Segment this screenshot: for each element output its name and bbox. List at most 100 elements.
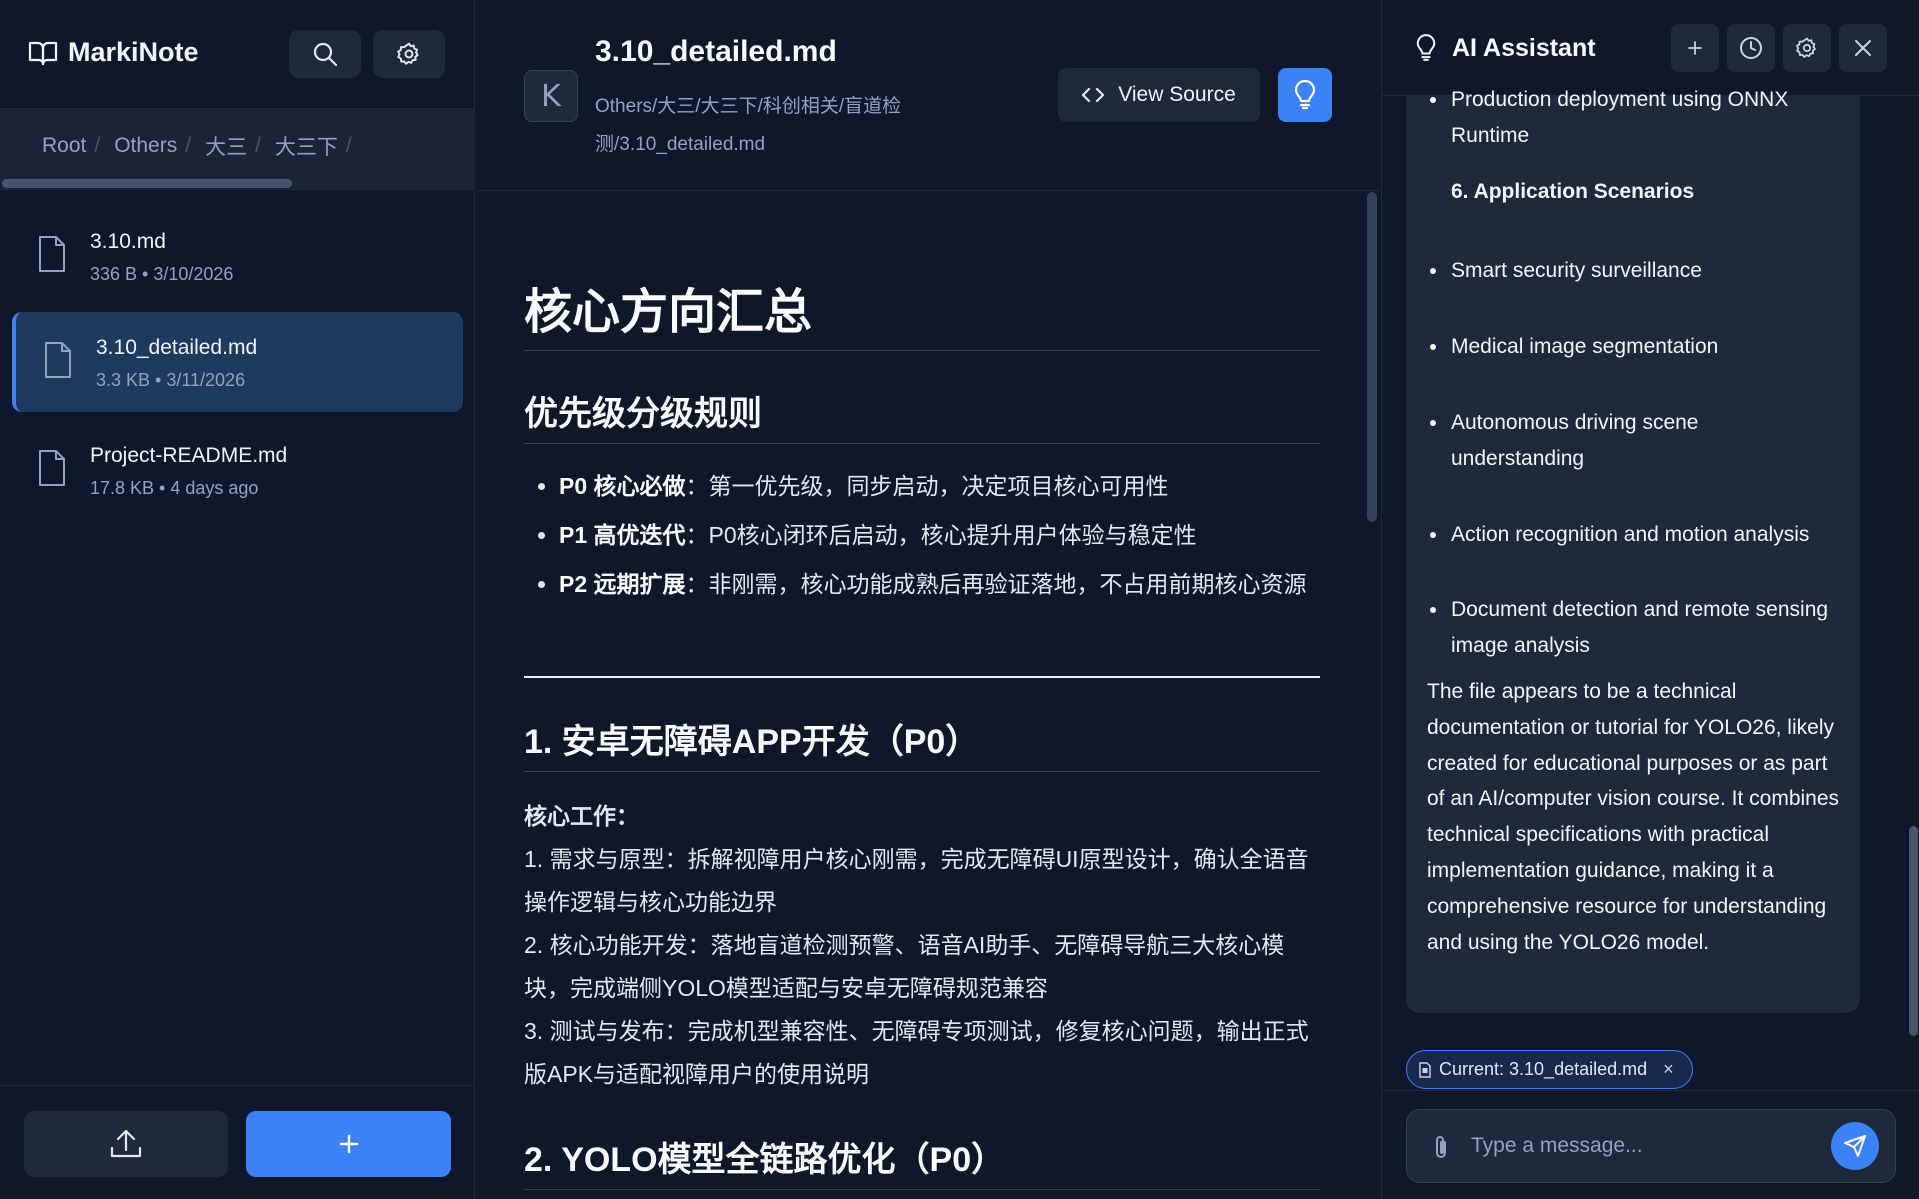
list-item: P0 核心必做：第一优先级，同步启动，决定项目核心可用性 [524, 464, 1320, 508]
priority-label: P1 高优迭代 [559, 522, 686, 548]
sidebar-footer [0, 1085, 475, 1199]
send-icon [1843, 1134, 1867, 1158]
ai-assistant-toggle[interactable] [1278, 68, 1332, 122]
message-summary: The file appears to be a technical docum… [1427, 680, 1840, 954]
heading-divider [524, 1189, 1320, 1190]
view-source-button[interactable]: View Source [1058, 68, 1260, 122]
context-chip: Current: 3.10_detailed.md × [1406, 1050, 1693, 1089]
message-composer [1382, 1090, 1919, 1199]
breadcrumb-separator: / [345, 134, 352, 157]
file-icon [38, 235, 66, 273]
priority-text: ：P0核心闭环后启动，核心提升用户体验与稳定性 [685, 522, 1197, 548]
folder-breadcrumb: Root / Others / 大三 / 大三下 / [0, 108, 475, 190]
message-text: Document detection and remote sensing im… [1451, 598, 1829, 657]
document-pane: K 3.10_detailed.md Others/大三/大三下/科创相关/盲道… [476, 0, 1380, 1199]
clock-icon [1739, 36, 1763, 60]
breadcrumb-separator: / [94, 134, 101, 157]
core-work-label: 核心工作 [524, 803, 616, 829]
document-path: Others/大三/大三下/科创相关/盲道检测/3.10_detailed.md [595, 96, 902, 155]
core-work-item: 3. 测试与发布：完成机型兼容性、无障碍专项测试，修复核心问题，输出正式版APK… [524, 1018, 1309, 1087]
message-input-container [1406, 1109, 1896, 1183]
assistant-scrollbar[interactable] [1909, 826, 1918, 1036]
core-work-item: 1. 需求与原型：拆解视障用户核心刚需，完成无障碍UI原型设计，确认全语音操作逻… [524, 846, 1309, 915]
app-name: MarkiNote [68, 37, 199, 67]
message-list-item: Document detection and remote sensing im… [1430, 592, 1860, 664]
breadcrumb-junior-spring[interactable]: 大三下 [275, 131, 338, 161]
settings-button[interactable] [373, 30, 445, 78]
heading-yolo-optimization: 2. YOLO模型全链路优化（P0） [524, 1141, 1006, 1179]
paperclip-icon[interactable] [1433, 1134, 1449, 1160]
message-list-item: Action recognition and motion analysis [1430, 517, 1850, 553]
breadcrumb-others[interactable]: Others [114, 134, 177, 158]
history-button[interactable] [1727, 24, 1775, 72]
heading-priority-rules: 优先级分级规则 [524, 395, 762, 433]
document-title: 3.10_detailed.md [595, 35, 837, 68]
core-work-colon: ： [616, 803, 639, 829]
plus-icon [1687, 40, 1703, 56]
context-chip-label: Current: 3.10_detailed.md [1439, 1059, 1648, 1079]
plus-icon [338, 1133, 360, 1155]
message-list-item: Production deployment using ONNX Runtime [1430, 82, 1850, 154]
core-work-block: 核心工作： 1. 需求与原型：拆解视障用户核心刚需，完成无障碍UI原型设计，确认… [524, 795, 1320, 1096]
breadcrumb-scroll-thumb[interactable] [2, 179, 292, 188]
message-list-item: Medical image segmentation [1430, 329, 1850, 365]
new-chat-button[interactable] [1671, 24, 1719, 72]
file-icon [44, 341, 72, 379]
close-assistant-button[interactable] [1839, 24, 1887, 72]
message-text: Medical image segmentation [1451, 335, 1719, 358]
upload-button[interactable] [24, 1111, 228, 1177]
breadcrumb-scrollbar[interactable] [0, 179, 475, 189]
book-icon [28, 39, 58, 67]
heading-divider [524, 443, 1320, 444]
breadcrumb-junior-year[interactable]: 大三 [205, 131, 247, 161]
message-input[interactable] [1471, 1126, 1811, 1166]
markdown-preview: 核心方向汇总 优先级分级规则 P0 核心必做：第一优先级，同步启动，决定项目核心… [524, 192, 1320, 1199]
priority-text: ：非刚需，核心功能成熟后再验证落地，不占用前期核心资源 [685, 571, 1307, 597]
heading-divider [524, 771, 1320, 772]
breadcrumb-separator: / [185, 134, 192, 157]
priority-list: P0 核心必做：第一优先级，同步启动，决定项目核心可用性 P1 高优迭代：P0核… [524, 464, 1320, 611]
message-text: Smart security surveillance [1451, 259, 1702, 282]
file-item[interactable]: Project-README.md 17.8 KB • 4 days ago [12, 420, 463, 518]
list-item: P1 高优迭代：P0核心闭环后启动，核心提升用户体验与稳定性 [524, 513, 1320, 557]
sidebar-header: MarkiNote [0, 0, 475, 108]
search-button[interactable] [289, 30, 361, 78]
close-icon [1853, 38, 1873, 58]
search-icon [312, 41, 338, 67]
view-source-label: View Source [1118, 83, 1236, 106]
message-text: Autonomous driving scene understanding [1451, 411, 1699, 470]
remove-context-button[interactable]: × [1663, 1059, 1674, 1080]
sidebar: MarkiNote Root / Others / 大三 / 大三下 / 3.1… [0, 0, 475, 1199]
ai-assistant-title: AI Assistant [1452, 34, 1596, 62]
priority-label: P2 远期扩展 [559, 571, 686, 597]
new-file-button[interactable] [246, 1111, 451, 1177]
document-scrollbar[interactable] [1367, 192, 1377, 522]
file-meta: 17.8 KB • 4 days ago [90, 478, 259, 498]
message-text: Action recognition and motion analysis [1451, 523, 1810, 546]
message-text: Production deployment using ONNX [1451, 88, 1789, 111]
file-name: 3.10_detailed.md [96, 336, 258, 359]
file-meta: 3.3 KB • 3/11/2026 [96, 370, 246, 390]
lightbulb-icon [1293, 80, 1317, 110]
horizontal-rule [524, 676, 1320, 678]
heading-divider [524, 350, 1320, 351]
file-item[interactable]: 3.10.md 336 B • 3/10/2026 [12, 206, 463, 304]
file-name: Project-README.md [90, 444, 288, 467]
core-work-item: 2. 核心功能开发：落地盲道检测预警、语音AI助手、无障碍导航三大核心模块，完成… [524, 932, 1285, 1001]
upload-icon [109, 1128, 143, 1160]
list-item: P2 远期扩展：非刚需，核心功能成熟后再验证落地，不占用前期核心资源 [524, 562, 1320, 606]
file-item-active[interactable]: 3.10_detailed.md 3.3 KB • 3/11/2026 [12, 312, 463, 412]
send-button[interactable] [1831, 1122, 1879, 1170]
priority-label: P0 核心必做 [559, 473, 686, 499]
file-icon [38, 449, 66, 487]
priority-text: ：第一优先级，同步启动，决定项目核心可用性 [685, 473, 1169, 499]
ai-assistant-panel: AI Assistant Production deployment using… [1381, 0, 1919, 1199]
lightbulb-icon [1415, 34, 1437, 62]
file-icon [1419, 1061, 1431, 1078]
breadcrumb-root[interactable]: Root [42, 134, 86, 158]
assistant-settings-button[interactable] [1783, 24, 1831, 72]
message-list-item: Autonomous driving scene understanding [1430, 405, 1770, 477]
document-avatar: K [524, 70, 578, 122]
document-header: K 3.10_detailed.md Others/大三/大三下/科创相关/盲道… [476, 0, 1380, 191]
file-name: 3.10.md [90, 230, 166, 253]
